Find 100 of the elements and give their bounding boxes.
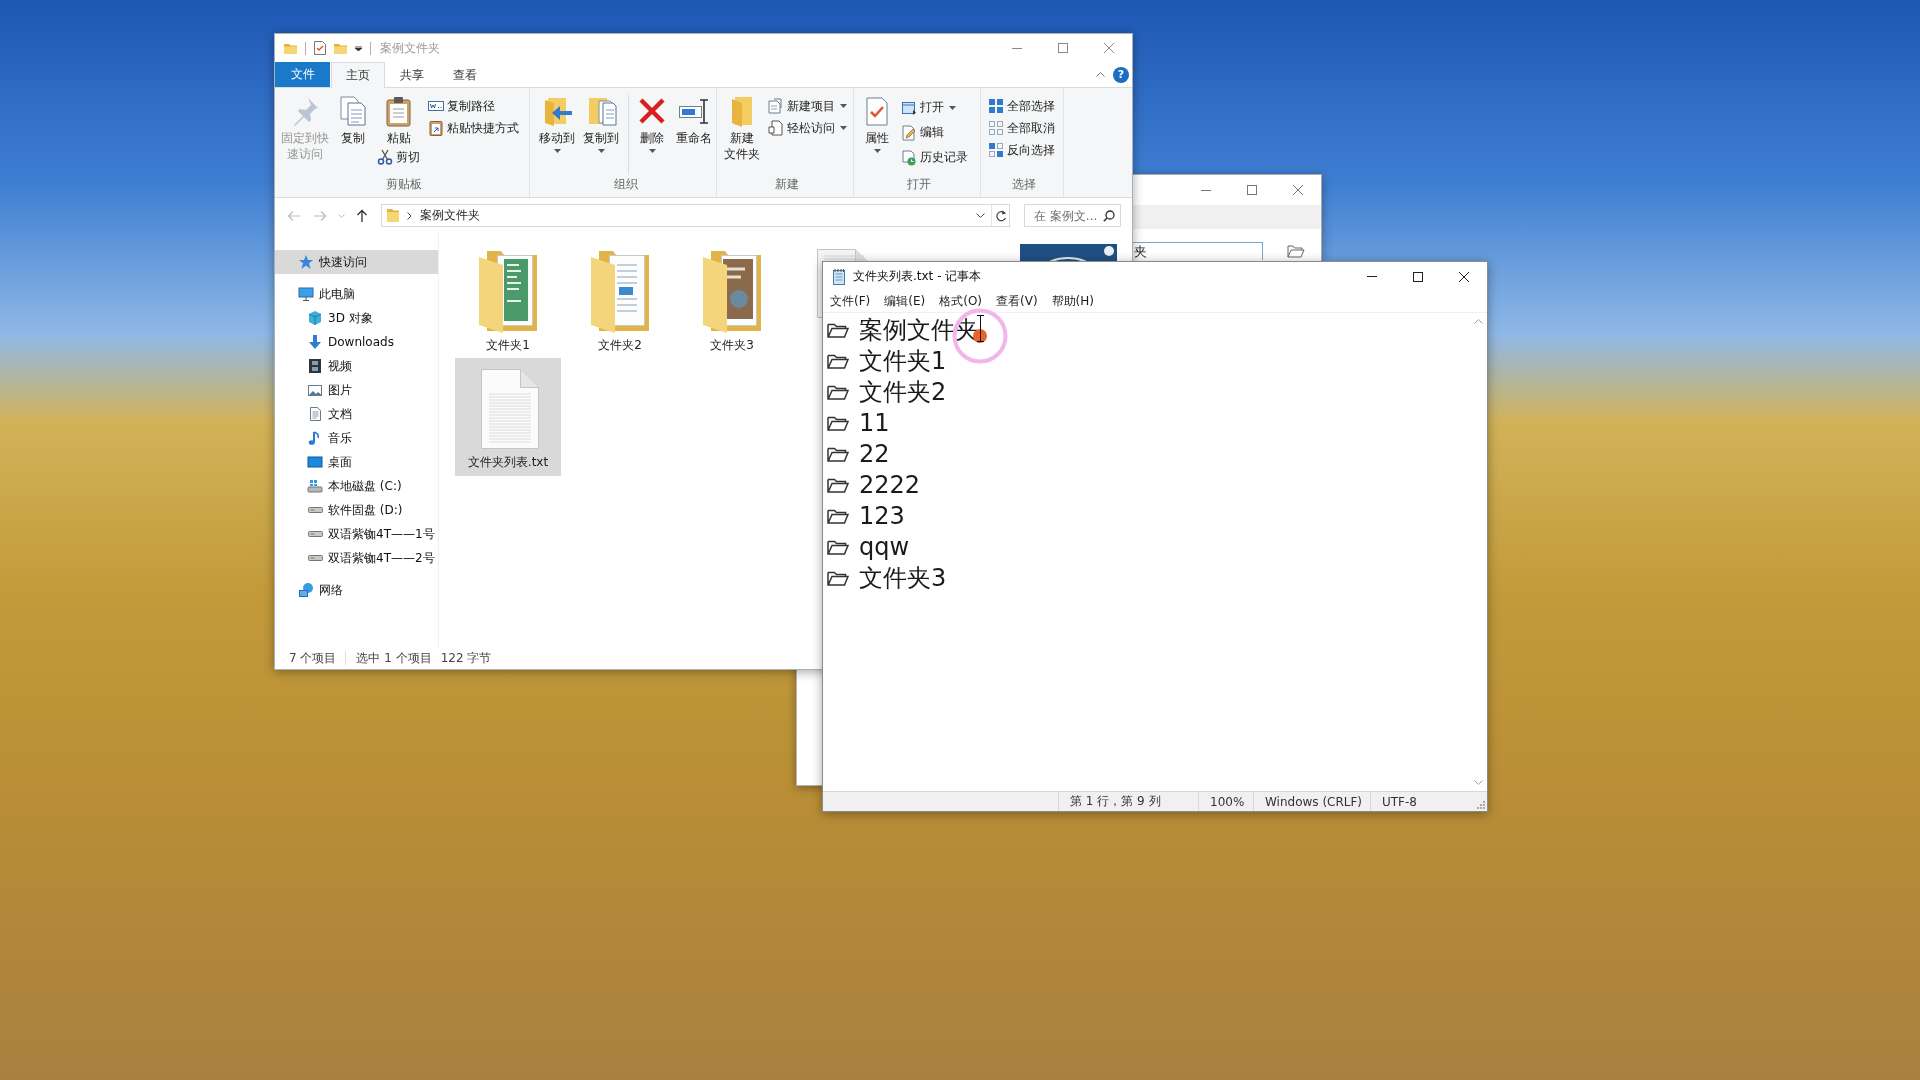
nav-item[interactable]: 图片 — [275, 378, 438, 402]
ribbon-button[interactable]: 复制到 — [580, 95, 622, 153]
text-line: 2222 — [859, 469, 921, 500]
forward-arrow-icon[interactable] — [313, 209, 327, 222]
ribbon-button[interactable]: 新建项目 — [765, 95, 850, 117]
maximize-icon — [1247, 185, 1257, 195]
ribbon-button[interactable]: 属性 — [858, 95, 896, 153]
nav-item[interactable]: 桌面 — [275, 450, 438, 474]
chevron-icon[interactable] — [407, 211, 412, 220]
menu-item[interactable]: 编辑(E) — [877, 291, 933, 312]
group-label: 新建 — [774, 176, 800, 193]
caret-icon — [840, 126, 847, 130]
refresh-button[interactable] — [991, 205, 1009, 226]
ribbon-button[interactable]: 打开 — [898, 95, 971, 120]
text-line: 文件夹1 — [859, 345, 947, 376]
ribbon-button[interactable]: 粘贴 — [374, 95, 423, 146]
ribbon-button[interactable]: 历史记录 — [898, 145, 971, 170]
ribbon-button[interactable]: 复制 — [334, 95, 372, 146]
shortcut-document-icon — [768, 120, 784, 136]
nav-item[interactable]: 本地磁盘 (C:) — [275, 474, 438, 498]
ribbon-button[interactable]: 移动到 — [536, 95, 578, 153]
scissors-icon — [377, 149, 393, 165]
ribbon-button[interactable]: 轻松访问 — [765, 117, 850, 139]
status-text: 第 1 行，第 9 列 — [1058, 792, 1198, 811]
ribbon-button[interactable]: 剪切 — [374, 146, 423, 168]
collapse-caret-icon[interactable] — [1096, 72, 1105, 77]
menu-item[interactable]: 文件(F) — [823, 291, 878, 312]
group-label: 选择 — [1011, 176, 1037, 193]
text-line: 文件夹3 — [859, 562, 947, 593]
search-field[interactable]: 在 案例文... — [1024, 204, 1121, 227]
nav-item[interactable]: 双语紫铷4T——2号 — [275, 546, 438, 570]
nav-item[interactable]: 网络 — [275, 578, 438, 602]
nav-item[interactable]: 3D 对象 — [275, 306, 438, 330]
ribbon-tab[interactable]: 查看 — [439, 62, 491, 88]
close-icon — [1104, 43, 1114, 53]
text-line: 11 — [859, 407, 890, 438]
file-item[interactable]: 文件夹2 — [567, 244, 673, 358]
ribbon-button[interactable]: 反向选择 — [985, 139, 1058, 161]
ribbon-button[interactable]: 全部选择 — [985, 95, 1058, 117]
clipboard-shortcut-icon — [428, 120, 444, 136]
nav-item[interactable]: 视频 — [275, 354, 438, 378]
status-text: 100% — [1198, 792, 1253, 811]
breadcrumb-item[interactable]: 案例文件夹 — [420, 207, 480, 224]
filled-grid-icon — [988, 98, 1004, 114]
open-folder-icon[interactable] — [1287, 244, 1305, 258]
clock-document-icon — [901, 149, 917, 166]
folder-icon — [477, 249, 539, 333]
nav-item[interactable]: Downloads — [275, 330, 438, 354]
group-label: 剪贴板 — [384, 176, 423, 193]
folder-icon — [701, 249, 763, 333]
text-line: qqw — [859, 531, 910, 562]
ribbon-button[interactable]: 删除 — [633, 95, 671, 153]
drive-icon — [307, 531, 323, 537]
cube-icon — [307, 310, 323, 326]
file-item[interactable]: 文件夹列表.txt — [455, 358, 561, 476]
ribbon-button[interactable]: 新建 文件夹 — [721, 95, 763, 162]
ribbon-tab[interactable]: 共享 — [386, 62, 438, 88]
menu-item[interactable]: 查看(V) — [989, 291, 1045, 312]
caret-icon[interactable] — [355, 45, 362, 51]
nav-item[interactable]: 软件固盘 (D:) — [275, 498, 438, 522]
empty-grid-icon — [988, 120, 1004, 136]
copy-icon — [337, 95, 369, 127]
nav-item[interactable]: 音乐 — [275, 426, 438, 450]
menu-item[interactable]: 格式(O) — [932, 291, 990, 312]
ribbon-button[interactable]: 粘贴快捷方式 — [425, 117, 522, 139]
group-label: 组织 — [613, 176, 639, 193]
nav-item[interactable]: 快速访问 — [275, 250, 438, 274]
resize-grip-icon[interactable] — [1477, 801, 1485, 809]
search-icon[interactable] — [1103, 209, 1115, 222]
pencil-document-icon — [901, 124, 917, 141]
nav-item[interactable]: 文档 — [275, 402, 438, 426]
help-button[interactable]: ? — [1113, 66, 1129, 83]
maximize-icon — [1058, 43, 1068, 53]
minimize-icon — [1012, 47, 1022, 49]
ribbon-button[interactable]: 复制路径 — [425, 95, 522, 117]
status-text: Windows (CRLF) — [1253, 792, 1370, 811]
ribbon-button[interactable]: 全部取消 — [985, 117, 1058, 139]
address-field[interactable]: 案例文件夹 — [381, 204, 1010, 227]
folder-icon[interactable] — [334, 42, 347, 54]
ribbon-tab[interactable]: 主页 — [331, 62, 385, 88]
file-item[interactable]: 文件夹1 — [455, 244, 561, 358]
checkmark-document-icon[interactable] — [314, 41, 326, 55]
down-arrow-icon — [307, 334, 323, 350]
nav-item[interactable]: 此电脑 — [275, 282, 438, 306]
text-line: 22 — [859, 438, 890, 469]
status-text: 选中 1 个项目 — [356, 649, 432, 667]
ribbon-button[interactable]: 重命名 — [673, 95, 715, 146]
notepad-icon — [831, 268, 847, 285]
film-icon — [307, 358, 323, 374]
scroll-up-icon[interactable] — [1474, 319, 1483, 324]
scroll-down-icon[interactable] — [1474, 780, 1483, 785]
up-arrow-icon[interactable] — [356, 209, 368, 222]
caret-icon — [840, 104, 847, 108]
file-item[interactable]: 文件夹3 — [679, 244, 785, 358]
file-menu-button[interactable]: 文件 — [275, 62, 330, 87]
dropdown-caret-icon[interactable] — [976, 213, 985, 218]
nav-item[interactable]: 双语紫铷4T——1号 — [275, 522, 438, 546]
text-line: 文件夹2 — [859, 376, 947, 407]
back-arrow-icon[interactable] — [287, 209, 301, 222]
ribbon-button[interactable]: 编辑 — [898, 120, 971, 145]
